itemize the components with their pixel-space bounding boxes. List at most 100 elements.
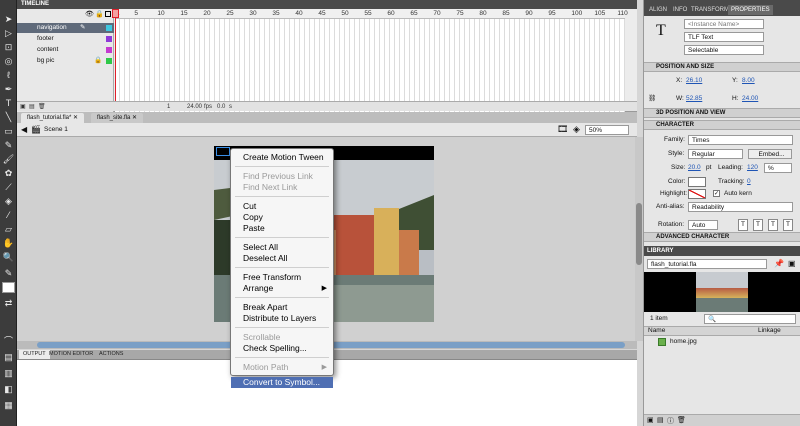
instance-name-field[interactable]: <Instance Name> [684,19,764,29]
behavior-select[interactable]: Selectable [684,45,764,55]
stroke-color-swatch[interactable]: ✎ [2,268,15,279]
menu-item-free-transform[interactable]: Free Transform [231,272,333,283]
pencil-tool-icon[interactable]: ✎ [2,140,15,151]
library-col-linkage[interactable]: Linkage [758,326,781,336]
deco-tool-icon[interactable]: ✿ [2,168,15,179]
playhead[interactable] [112,9,119,102]
leading-value[interactable]: 120 [747,163,758,173]
library-col-name[interactable]: Name [648,326,665,336]
panel-icon-1[interactable]: ▤ [2,352,15,363]
tab-properties[interactable]: PROPERTIES [728,5,773,15]
free-transform-tool-icon[interactable]: ⊡ [2,42,15,53]
layer-footer[interactable]: footer [17,34,114,44]
3d-rotation-tool-icon[interactable]: ◎ [2,56,15,67]
scrollbar-thumb[interactable] [636,203,642,265]
subselection-tool-icon[interactable]: ▷ [2,28,15,39]
section-advanced-character[interactable]: ADVANCED CHARACTER [644,232,800,242]
section-3d-position[interactable]: 3D POSITION AND VIEW [644,108,800,118]
library-document-select[interactable]: flash_tutorial.fla [647,259,767,269]
bold-icon[interactable]: T [738,219,748,231]
leading-unit-select[interactable]: % [764,163,792,173]
font-style-select[interactable]: Regular [688,149,743,159]
tab-align[interactable]: ALIGN [646,5,671,15]
delete-layer-icon[interactable]: 🗑 [38,102,46,112]
underline-icon[interactable]: T [753,219,763,231]
frame-ruler[interactable]: 1510152025303540455055606570758085909510… [115,9,628,19]
menu-item-select-all[interactable]: Select All [231,242,333,253]
text-color-swatch[interactable] [688,177,706,187]
frame-rate[interactable]: 24.00 [187,102,202,112]
menu-item-motion-path[interactable]: Motion Path ▶ [231,362,333,373]
selection-tool-icon[interactable]: ➤ [2,14,15,25]
panel-icon-3[interactable]: ◧ [2,384,15,395]
menu-item-find-next-link[interactable]: Find Next Link [231,182,333,193]
text-tool-icon[interactable]: T [2,98,15,109]
menu-item-deselect-all[interactable]: Deselect All [231,253,333,264]
paint-bucket-tool-icon[interactable]: ◈ [2,196,15,207]
size-value[interactable]: 20.0 [688,163,701,173]
new-library-icon[interactable]: ▣ [788,259,796,268]
pin-icon[interactable]: 📌 [774,259,784,268]
menu-item-break-apart[interactable]: Break Apart [231,302,333,313]
tab-motion-editor[interactable]: MOTION EDITOR [45,350,97,359]
antialias-select[interactable]: Readability [688,202,793,212]
auto-kern-checkbox[interactable]: ✓ [713,190,720,197]
menu-item-cut[interactable]: Cut [231,201,333,212]
library-search-input[interactable]: 🔍 [704,314,796,324]
edit-symbol-icon[interactable]: ◈ [573,124,580,135]
menu-item-distribute-to-layers[interactable]: Distribute to Layers [231,313,333,324]
menu-item-scrollable[interactable]: Scrollable [231,332,333,343]
x-value[interactable]: 26.10 [686,76,702,86]
delete-icon[interactable]: 🗑 [677,416,686,424]
zoom-select[interactable]: 50% [585,125,629,135]
tab-actions[interactable]: ACTIONS [95,350,127,359]
library-header[interactable]: LIBRARY [644,246,800,256]
library-item[interactable]: home.jpg [644,337,800,347]
lock-icon[interactable]: 🔒 [95,10,104,18]
tracking-value[interactable]: 0 [747,177,751,187]
pen-tool-icon[interactable]: ✒ [2,84,15,95]
frames-grid[interactable]: 1510152025303540455055606570758085909510… [112,9,628,112]
brush-tool-icon[interactable]: 🖌 [2,154,15,165]
menu-item-paste[interactable]: Paste [231,223,333,234]
bone-tool-icon[interactable]: ⟋ [2,182,15,193]
subscript-icon[interactable]: T [783,219,793,231]
menu-item-arrange[interactable]: Arrange ▶ [231,283,333,294]
new-folder-icon[interactable]: ▤ [657,416,664,424]
lasso-tool-icon[interactable]: ℓ [2,70,15,81]
eye-icon[interactable]: 👁 [85,10,94,18]
eraser-tool-icon[interactable]: ▱ [2,224,15,235]
highlight-color-swatch[interactable] [688,189,706,199]
outline-icon[interactable] [105,11,111,17]
layer-navigation[interactable]: navigation ✎ [17,23,114,33]
section-position-size[interactable]: POSITION AND SIZE [644,62,800,72]
panel-icon-2[interactable]: ▥ [2,368,15,379]
lock-icon[interactable]: 🔒 [94,56,102,66]
zoom-tool-icon[interactable]: 🔍 [2,252,15,263]
tab-transform[interactable]: TRANSFORM [688,5,732,15]
font-family-select[interactable]: Times [688,135,793,145]
y-value[interactable]: 8.00 [742,76,755,86]
menu-item-convert-to-symbol[interactable]: Convert to Symbol... [231,377,333,388]
edit-scene-icon[interactable]: 🎞 [557,124,568,135]
new-folder-icon[interactable]: ▤ [29,102,35,112]
hand-tool-icon[interactable]: ✋ [2,238,15,249]
panel-icon-4[interactable]: ▦ [2,400,15,411]
layer-bg-pic[interactable]: bg pic 🔒 [17,56,114,66]
swap-colors-icon[interactable]: ⇄ [2,298,15,309]
text-type-select[interactable]: TLF Text [684,32,764,42]
eyedropper-tool-icon[interactable]: ⁄ [2,210,15,221]
rectangle-tool-icon[interactable]: ▭ [2,126,15,137]
tab-flash-tutorial[interactable]: flash_tutorial.fla* ✕ [21,113,85,123]
link-icon[interactable]: ⛓ [648,94,656,104]
new-symbol-icon[interactable]: ▣ [647,416,654,424]
embed-button[interactable]: Embed... [748,149,792,159]
line-tool-icon[interactable]: ╲ [2,112,15,123]
menu-item-check-spelling[interactable]: Check Spelling... [231,343,333,354]
h-value[interactable]: 24.00 [742,94,758,104]
layer-content[interactable]: content [17,45,114,55]
vertical-scrollbar[interactable] [635,137,643,341]
snap-icon[interactable]: ⌒ [2,336,15,347]
menu-item-create-motion-tween[interactable]: Create Motion Tween [231,152,333,163]
superscript-icon[interactable]: T [768,219,778,231]
